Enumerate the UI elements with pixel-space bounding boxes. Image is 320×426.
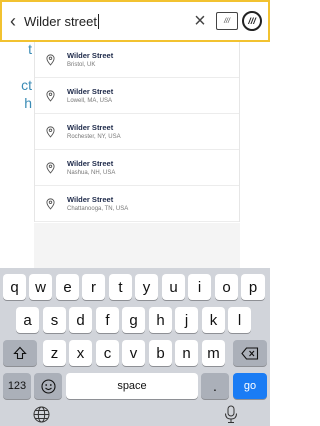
location-pin-icon bbox=[35, 89, 65, 102]
location-pin-icon bbox=[35, 125, 65, 138]
keyboard-row: a s d f g h j k l bbox=[0, 307, 270, 335]
globe-icon[interactable] bbox=[33, 406, 50, 423]
emoji-key[interactable] bbox=[34, 373, 62, 399]
key[interactable]: b bbox=[149, 340, 172, 366]
shift-key[interactable] bbox=[3, 340, 37, 366]
suggestion-item[interactable]: Wilder Street Rochester, NY, USA bbox=[35, 114, 239, 150]
on-screen-keyboard: q w e r t y u i o p a s d f g h j k l z … bbox=[0, 268, 270, 426]
back-chevron-icon[interactable]: ‹ bbox=[2, 11, 24, 32]
suggestion-item[interactable]: Wilder Street Bristol, UK bbox=[35, 42, 239, 78]
key[interactable]: o bbox=[215, 274, 238, 300]
key[interactable]: d bbox=[69, 307, 92, 333]
key[interactable]: m bbox=[202, 340, 225, 366]
key[interactable]: l bbox=[228, 307, 251, 333]
location-pin-icon bbox=[35, 197, 65, 210]
microphone-icon[interactable] bbox=[224, 405, 238, 424]
background-text-line: h bbox=[24, 95, 32, 111]
backspace-icon bbox=[241, 346, 259, 360]
scan-code-icon[interactable]: /// bbox=[216, 12, 238, 30]
key[interactable]: h bbox=[149, 307, 172, 333]
key[interactable]: c bbox=[96, 340, 119, 366]
suggestion-name: Wilder Street bbox=[67, 159, 114, 168]
search-input[interactable]: Wilder street bbox=[24, 13, 188, 29]
go-key[interactable]: go bbox=[233, 373, 267, 399]
key[interactable]: q bbox=[3, 274, 26, 300]
brand-logo-icon[interactable]: /// bbox=[242, 11, 262, 31]
suggestion-location: Bristol, UK bbox=[67, 62, 96, 68]
key[interactable]: j bbox=[175, 307, 198, 333]
suggestion-location: Lowell, MA, USA bbox=[67, 98, 113, 104]
keyboard-row: z x c v b n m bbox=[0, 340, 270, 368]
key[interactable]: r bbox=[82, 274, 105, 300]
key[interactable]: f bbox=[96, 307, 119, 333]
numbers-key[interactable]: 123 bbox=[3, 373, 31, 399]
period-key[interactable]: . bbox=[201, 373, 229, 399]
search-bar: ‹ Wilder street × /// /// bbox=[0, 0, 270, 42]
backspace-key[interactable] bbox=[233, 340, 267, 366]
suggestion-name: Wilder Street bbox=[67, 195, 114, 204]
key[interactable]: w bbox=[29, 274, 52, 300]
keyboard-row: q w e r t y u i o p bbox=[0, 274, 270, 302]
key[interactable]: g bbox=[122, 307, 145, 333]
suggestion-item[interactable]: Wilder Street Nashua, NH, USA bbox=[35, 150, 239, 186]
key[interactable]: k bbox=[202, 307, 225, 333]
suggestion-location: Rochester, NY, USA bbox=[67, 134, 121, 140]
location-pin-icon bbox=[35, 53, 65, 66]
suggestion-name: Wilder Street bbox=[67, 123, 114, 132]
key[interactable]: a bbox=[16, 307, 39, 333]
key[interactable]: z bbox=[43, 340, 66, 366]
suggestion-location: Nashua, NH, USA bbox=[67, 170, 116, 176]
clear-icon[interactable]: × bbox=[188, 10, 212, 33]
key[interactable]: p bbox=[241, 274, 265, 300]
suggestion-location: Chattanooga, TN, USA bbox=[67, 206, 129, 212]
list-background bbox=[34, 223, 240, 268]
key[interactable]: n bbox=[175, 340, 198, 366]
suggestion-list: Wilder Street Bristol, UK Wilder Street … bbox=[34, 42, 240, 222]
location-pin-icon bbox=[35, 161, 65, 174]
suggestion-name: Wilder Street bbox=[67, 87, 114, 96]
keyboard-row: 123 space . go bbox=[0, 373, 270, 401]
suggestion-item[interactable]: Wilder Street Lowell, MA, USA bbox=[35, 78, 239, 114]
key[interactable]: i bbox=[188, 274, 211, 300]
background-text-line: ct bbox=[21, 77, 32, 93]
key[interactable]: x bbox=[69, 340, 92, 366]
suggestion-name: Wilder Street bbox=[67, 51, 114, 60]
background-text: t ct h bbox=[0, 40, 34, 112]
key[interactable]: s bbox=[43, 307, 66, 333]
emoji-icon bbox=[40, 378, 56, 394]
key[interactable]: y bbox=[135, 274, 158, 300]
key[interactable]: t bbox=[109, 274, 132, 300]
shift-arrow-icon bbox=[13, 346, 27, 360]
space-key[interactable]: space bbox=[66, 373, 198, 399]
suggestion-item[interactable]: Wilder Street Chattanooga, TN, USA bbox=[35, 186, 239, 222]
search-query-text: Wilder street bbox=[24, 13, 97, 29]
screen: t ct h ‹ Wilder street × /// /// Wilder … bbox=[0, 0, 270, 426]
key[interactable]: v bbox=[122, 340, 145, 366]
background-text-line bbox=[0, 58, 34, 76]
key[interactable]: e bbox=[56, 274, 79, 300]
key[interactable]: u bbox=[162, 274, 185, 300]
background-text-line: t bbox=[28, 41, 32, 57]
text-cursor bbox=[97, 13, 99, 29]
